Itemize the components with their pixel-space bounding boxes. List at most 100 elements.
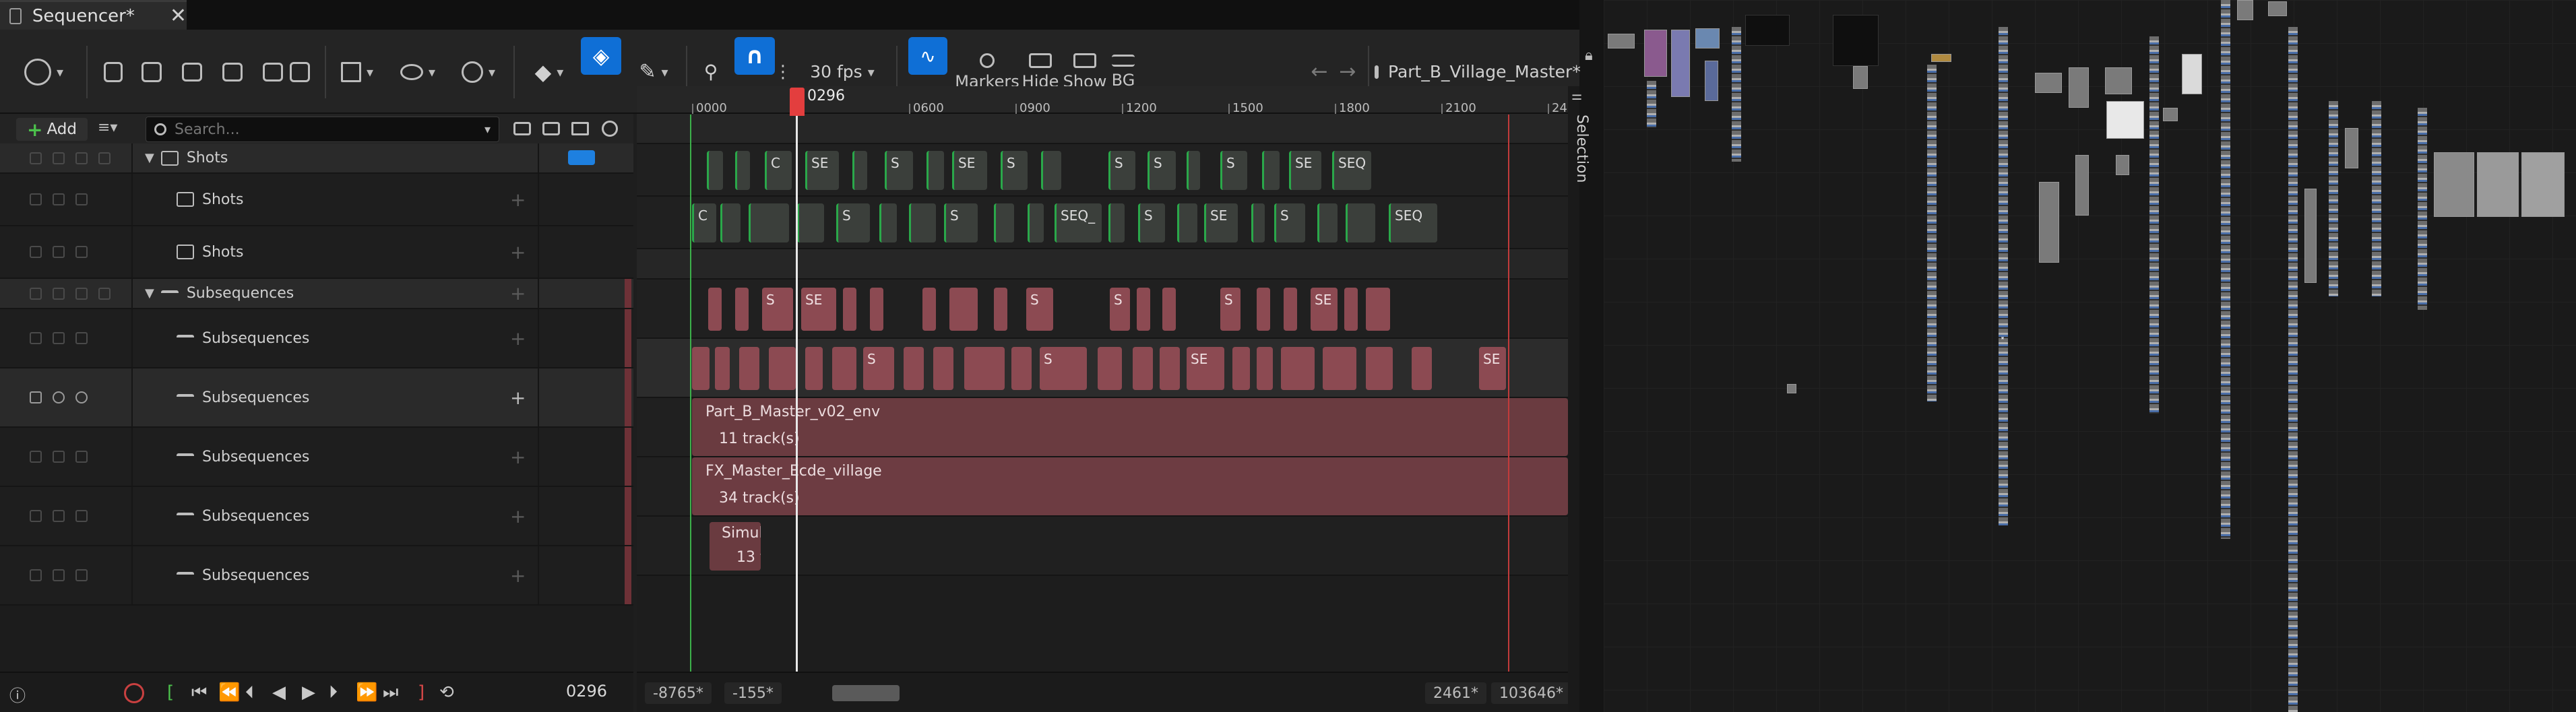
subsequence-clip-large[interactable]: Part_B_Master_v02_env 11 track(s) xyxy=(692,398,1568,456)
shot-clip[interactable] xyxy=(1187,151,1200,190)
shot-clip[interactable]: S xyxy=(1108,151,1135,190)
graph-node-stack[interactable] xyxy=(2372,101,2381,296)
subsequence-clip[interactable] xyxy=(735,288,749,331)
subsequence-clip[interactable] xyxy=(1344,288,1358,331)
shot-clip[interactable] xyxy=(879,203,897,242)
track-row[interactable]: Shots + xyxy=(0,174,633,226)
add-icon[interactable]: + xyxy=(510,368,526,426)
shot-clip[interactable] xyxy=(1028,203,1044,242)
snap-button[interactable]: ∩ xyxy=(734,37,775,75)
subsequence-clip[interactable]: S xyxy=(1040,347,1087,390)
view-range-end[interactable]: 103646* xyxy=(1491,682,1571,704)
pin-icon[interactable] xyxy=(30,287,42,300)
shot-clip[interactable] xyxy=(909,203,936,242)
shot-clip[interactable]: S xyxy=(1148,151,1176,190)
graph-node-stack[interactable] xyxy=(2329,101,2338,296)
search-field[interactable]: ▾ xyxy=(146,117,499,142)
subsequence-clip[interactable]: S xyxy=(863,347,894,390)
key-options-button[interactable]: ◆ ▾ xyxy=(526,30,573,114)
subsequence-clip[interactable] xyxy=(1412,347,1432,390)
shot-clip[interactable]: SE xyxy=(805,151,839,190)
curve-editor-button[interactable]: ∿ xyxy=(908,37,947,75)
add-icon[interactable]: + xyxy=(510,279,526,308)
subsequence-clip[interactable] xyxy=(870,288,883,331)
set-end-icon[interactable]: ] xyxy=(418,682,425,703)
subsequence-clip[interactable] xyxy=(1098,347,1122,390)
solo-icon[interactable] xyxy=(53,391,65,403)
subsequence-clip[interactable] xyxy=(1137,288,1150,331)
search-input[interactable] xyxy=(175,121,484,138)
working-range-start[interactable]: -155* xyxy=(724,682,782,704)
track-row[interactable]: ▼ Subsequences + xyxy=(0,279,633,309)
graph-comment[interactable] xyxy=(1833,15,1879,66)
list-view-icon[interactable] xyxy=(571,122,589,135)
shot-clip[interactable]: SE xyxy=(1289,151,1321,190)
time-ruler[interactable]: 0000 0300 0600 0900 1200 1500 1800 2100 … xyxy=(637,86,1568,115)
tools-button[interactable]: ▾ xyxy=(334,30,381,114)
shot-clip[interactable] xyxy=(1317,203,1338,242)
subsequence-clip[interactable]: S xyxy=(1220,288,1240,331)
mute-icon[interactable] xyxy=(75,569,88,581)
solo-icon[interactable] xyxy=(53,569,65,581)
info-icon[interactable]: ⓘ xyxy=(9,682,26,706)
playback-options-button[interactable]: ▾ xyxy=(455,30,502,114)
lock-icon[interactable] xyxy=(30,451,42,463)
shot-clip[interactable]: S xyxy=(1138,203,1165,242)
track-row[interactable]: Shots + xyxy=(0,226,633,279)
playhead-line[interactable] xyxy=(796,115,798,672)
play-icon[interactable]: ▶ xyxy=(302,682,315,703)
graph-node[interactable] xyxy=(2069,67,2089,108)
solo-icon[interactable] xyxy=(53,510,65,522)
lock-icon[interactable] xyxy=(53,287,65,300)
pin-icon[interactable] xyxy=(30,152,42,164)
prev-frame-icon[interactable]: ⏴ xyxy=(245,682,254,703)
list-button[interactable] xyxy=(259,30,286,114)
graph-node[interactable] xyxy=(2182,54,2202,94)
lock-icon[interactable] xyxy=(30,332,42,344)
close-icon[interactable]: ✕ xyxy=(170,4,187,28)
mute-icon[interactable] xyxy=(75,510,88,522)
add-icon[interactable]: + xyxy=(510,174,526,225)
shot-clip[interactable] xyxy=(1041,151,1061,190)
graph-node[interactable] xyxy=(2105,67,2132,94)
subsequence-clip[interactable] xyxy=(949,288,978,331)
shot-clip[interactable]: C xyxy=(765,151,792,190)
subsequence-clip-large[interactable]: Simul 13 t xyxy=(710,522,761,571)
subsequence-clip-large[interactable]: FX_Master_Ecde_village 34 track(s) xyxy=(692,457,1568,515)
subsequence-clip[interactable] xyxy=(904,347,924,390)
solo-icon[interactable] xyxy=(75,287,88,300)
save-button[interactable] xyxy=(100,30,127,114)
graph-node[interactable] xyxy=(2039,182,2059,263)
graph-node[interactable] xyxy=(1644,30,1667,77)
subsequence-clip[interactable] xyxy=(1281,347,1315,390)
world-button[interactable]: ▾ xyxy=(13,30,74,114)
solo-icon[interactable] xyxy=(53,332,65,344)
find-asset-button[interactable] xyxy=(138,30,165,114)
add-icon[interactable]: + xyxy=(510,309,526,367)
shot-clip[interactable] xyxy=(994,203,1014,242)
lock-icon[interactable] xyxy=(30,193,42,205)
subsequence-clip[interactable]: SE xyxy=(1311,288,1338,331)
graph-node-stack[interactable] xyxy=(1732,27,1741,162)
shot-clip[interactable] xyxy=(1346,203,1375,242)
add-icon[interactable]: + xyxy=(510,546,526,604)
shot-clip[interactable]: SEQ_ xyxy=(1055,203,1102,242)
subsequence-clip[interactable] xyxy=(1160,347,1180,390)
shot-clip[interactable] xyxy=(749,203,789,242)
mute-icon[interactable] xyxy=(75,332,88,344)
graph-node[interactable] xyxy=(2001,337,2004,339)
subsequence-clip[interactable] xyxy=(692,347,710,390)
graph-node-stack[interactable] xyxy=(2149,36,2159,414)
current-frame[interactable]: 0296 xyxy=(566,682,607,701)
graph-node[interactable] xyxy=(2477,152,2519,217)
lock-icon[interactable] xyxy=(53,152,65,164)
play-reverse-icon[interactable]: ◀ xyxy=(272,682,286,703)
auto-key-button[interactable]: ◈ xyxy=(581,37,621,75)
shot-clip[interactable]: SE xyxy=(952,151,987,190)
solo-icon[interactable] xyxy=(75,152,88,164)
playhead-handle[interactable] xyxy=(790,88,805,116)
graph-node[interactable] xyxy=(2106,101,2144,139)
track-row[interactable]: Subsequences + xyxy=(0,487,633,546)
graph-node[interactable] xyxy=(2434,152,2474,217)
mute-icon[interactable] xyxy=(98,152,111,164)
